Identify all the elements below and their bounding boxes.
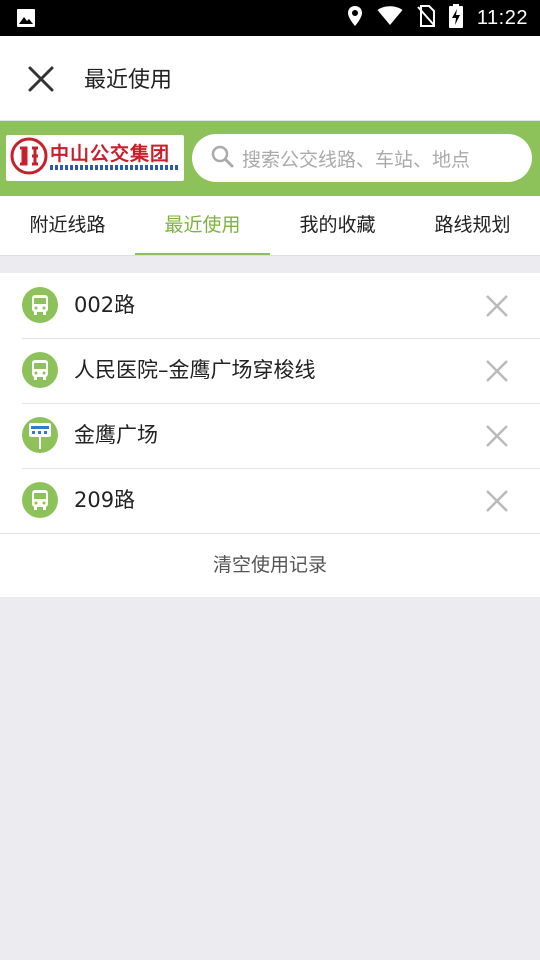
wifi-icon	[377, 6, 403, 30]
status-time: 11:22	[476, 6, 528, 29]
recent-list: 002路 人民医院–金鹰广场穿梭线 金鹰广场 209路 清空使用记录	[0, 273, 540, 597]
location-icon	[347, 5, 363, 31]
tab-bar: 附近线路 最近使用 我的收藏 路线规划	[0, 196, 540, 256]
search-placeholder: 搜索公交线路、车站、地点	[242, 148, 471, 171]
tabs-divider	[0, 255, 540, 256]
bus-stop-icon	[22, 417, 58, 453]
search-input[interactable]: 搜索公交线路、车站、地点	[192, 134, 532, 182]
tab-favorites[interactable]: 我的收藏	[270, 196, 405, 255]
no-sim-icon	[417, 5, 435, 31]
search-band: 中山公交集团 搜索公交线路、车站、地点	[0, 121, 540, 196]
list-item-label: 人民医院–金鹰广场穿梭线	[74, 358, 316, 382]
bus-icon	[22, 352, 58, 388]
search-icon	[210, 144, 234, 172]
status-bar: 11:22	[0, 0, 540, 36]
app-header: 最近使用	[0, 36, 540, 121]
logo-subtitle-strip	[50, 165, 180, 170]
page-title: 最近使用	[84, 68, 173, 93]
list-item[interactable]: 209路	[0, 468, 540, 534]
tab-recent[interactable]: 最近使用	[135, 196, 270, 256]
bus-icon	[22, 287, 58, 323]
row-divider	[22, 533, 540, 534]
battery-charging-icon	[448, 4, 463, 32]
tab-nearby-lines[interactable]: 附近线路	[0, 196, 135, 255]
brand-logo: 中山公交集团	[6, 135, 184, 181]
list-item-label: 002路	[74, 293, 136, 317]
list-item[interactable]: 人民医院–金鹰广场穿梭线	[0, 338, 540, 404]
clear-history-button[interactable]: 清空使用记录	[0, 533, 540, 597]
logo-text: 中山公交集团	[50, 143, 171, 165]
list-item-label: 209路	[74, 488, 136, 512]
logo-seal-icon	[10, 137, 48, 179]
remove-icon[interactable]	[484, 423, 510, 449]
gallery-icon	[16, 8, 36, 32]
list-item[interactable]: 002路	[0, 273, 540, 339]
list-item-label: 金鹰广场	[74, 423, 158, 447]
list-item[interactable]: 金鹰广场	[0, 403, 540, 469]
remove-icon[interactable]	[484, 488, 510, 514]
remove-icon[interactable]	[484, 293, 510, 319]
tab-route-planning[interactable]: 路线规划	[405, 196, 540, 255]
remove-icon[interactable]	[484, 358, 510, 384]
bus-icon	[22, 482, 58, 518]
close-icon[interactable]	[24, 62, 58, 96]
